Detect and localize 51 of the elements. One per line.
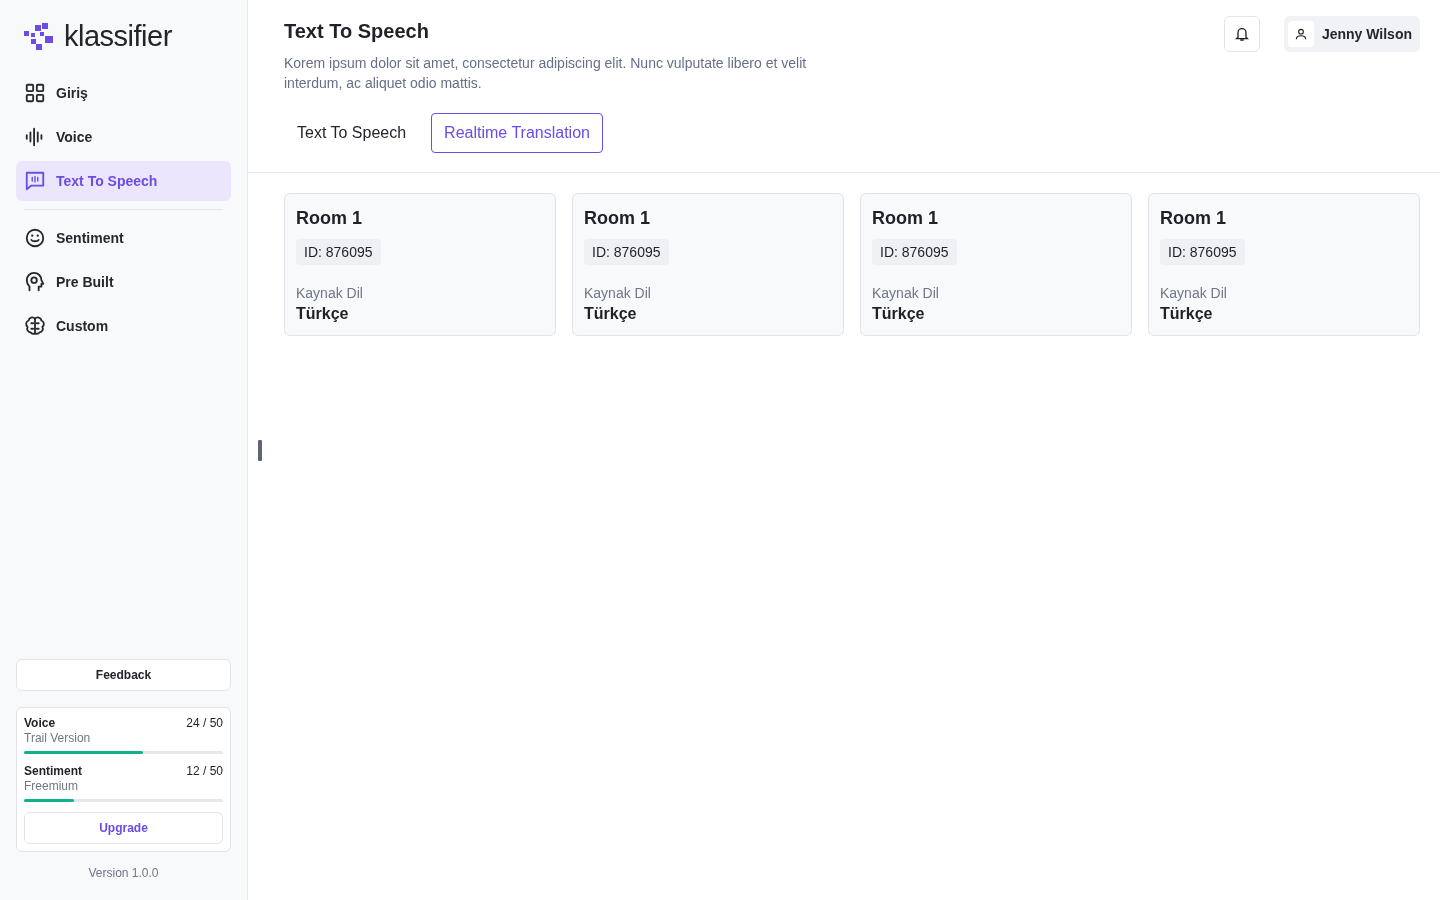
usage-count: 24 / 50 (186, 716, 223, 730)
room-id-tag: ID: 876095 (584, 239, 669, 265)
tab[interactable]: Text To Speech (284, 113, 420, 153)
grid-icon (24, 82, 46, 104)
bell-icon (1233, 26, 1250, 42)
resize-handle[interactable] (258, 440, 262, 461)
field-label: Kaynak Dil (872, 285, 940, 301)
room-card[interactable]: Room 1 ID: 876095 Kaynak Dil Türkçe (860, 193, 1132, 336)
head-icon (24, 271, 46, 293)
nav-item[interactable]: Voice (16, 117, 231, 157)
room-name: Room 1 (1160, 208, 1227, 229)
upgrade-button[interactable]: Upgrade (24, 812, 223, 844)
room-name: Room 1 (584, 208, 651, 229)
nav-item[interactable]: Text To Speech (16, 161, 231, 201)
nav-item[interactable]: Custom (16, 306, 231, 346)
room-card[interactable]: Room 1 ID: 876095 Kaynak Dil Türkçe (1148, 193, 1420, 336)
room-id-tag: ID: 876095 (296, 239, 381, 265)
room-card[interactable]: Room 1 ID: 876095 Kaynak Dil Türkçe (572, 193, 844, 336)
field-label: Kaynak Dil (1160, 285, 1228, 301)
field-label: Kaynak Dil (296, 285, 364, 301)
field-value: Türkçe (584, 305, 638, 323)
field-value: Türkçe (296, 305, 350, 323)
plan-name: Freemium (24, 779, 79, 793)
tab[interactable]: Realtime Translation (431, 113, 603, 153)
room-card[interactable]: Room 1 ID: 876095 Kaynak Dil Türkçe (284, 193, 556, 336)
logo-icon (24, 22, 56, 51)
nav-item[interactable]: Sentiment (16, 218, 231, 258)
field-value: Türkçe (872, 305, 926, 323)
nav-item[interactable]: Giriş (16, 73, 231, 113)
page-description: Korem ipsum dolor sit amet, consectetur adipiscing elit. Nunc vulputate libero et velit interdum, ac aliquet odio mattis. (284, 54, 808, 93)
notification-button[interactable] (1223, 16, 1260, 52)
usage-name: Voice (24, 716, 56, 730)
page-title: Text To Speech (284, 20, 430, 43)
version-label: Version 1.0.0 (87, 866, 160, 880)
field-label: Kaynak Dil (584, 285, 652, 301)
field-value: Türkçe (1160, 305, 1214, 323)
room-name: Room 1 (296, 208, 363, 229)
logo-wordmark: klassifier (64, 20, 172, 53)
speech-bubble-icon (24, 170, 46, 192)
usage-count: 12 / 50 (186, 764, 223, 778)
room-id-tag: ID: 876095 (1160, 239, 1245, 265)
usage-name: Sentiment (24, 764, 82, 778)
room-id-tag: ID: 876095 (872, 239, 957, 265)
user-menu-button[interactable]: Jenny Wilson (1283, 16, 1420, 52)
feedback-button[interactable]: Feedback (16, 659, 231, 691)
nav-item[interactable]: Pre Built (16, 262, 231, 302)
brain-icon (24, 315, 46, 337)
plan-name: Trail Version (24, 731, 92, 745)
room-name: Room 1 (872, 208, 939, 229)
user-icon (1287, 21, 1314, 47)
smiley-icon (24, 227, 46, 249)
